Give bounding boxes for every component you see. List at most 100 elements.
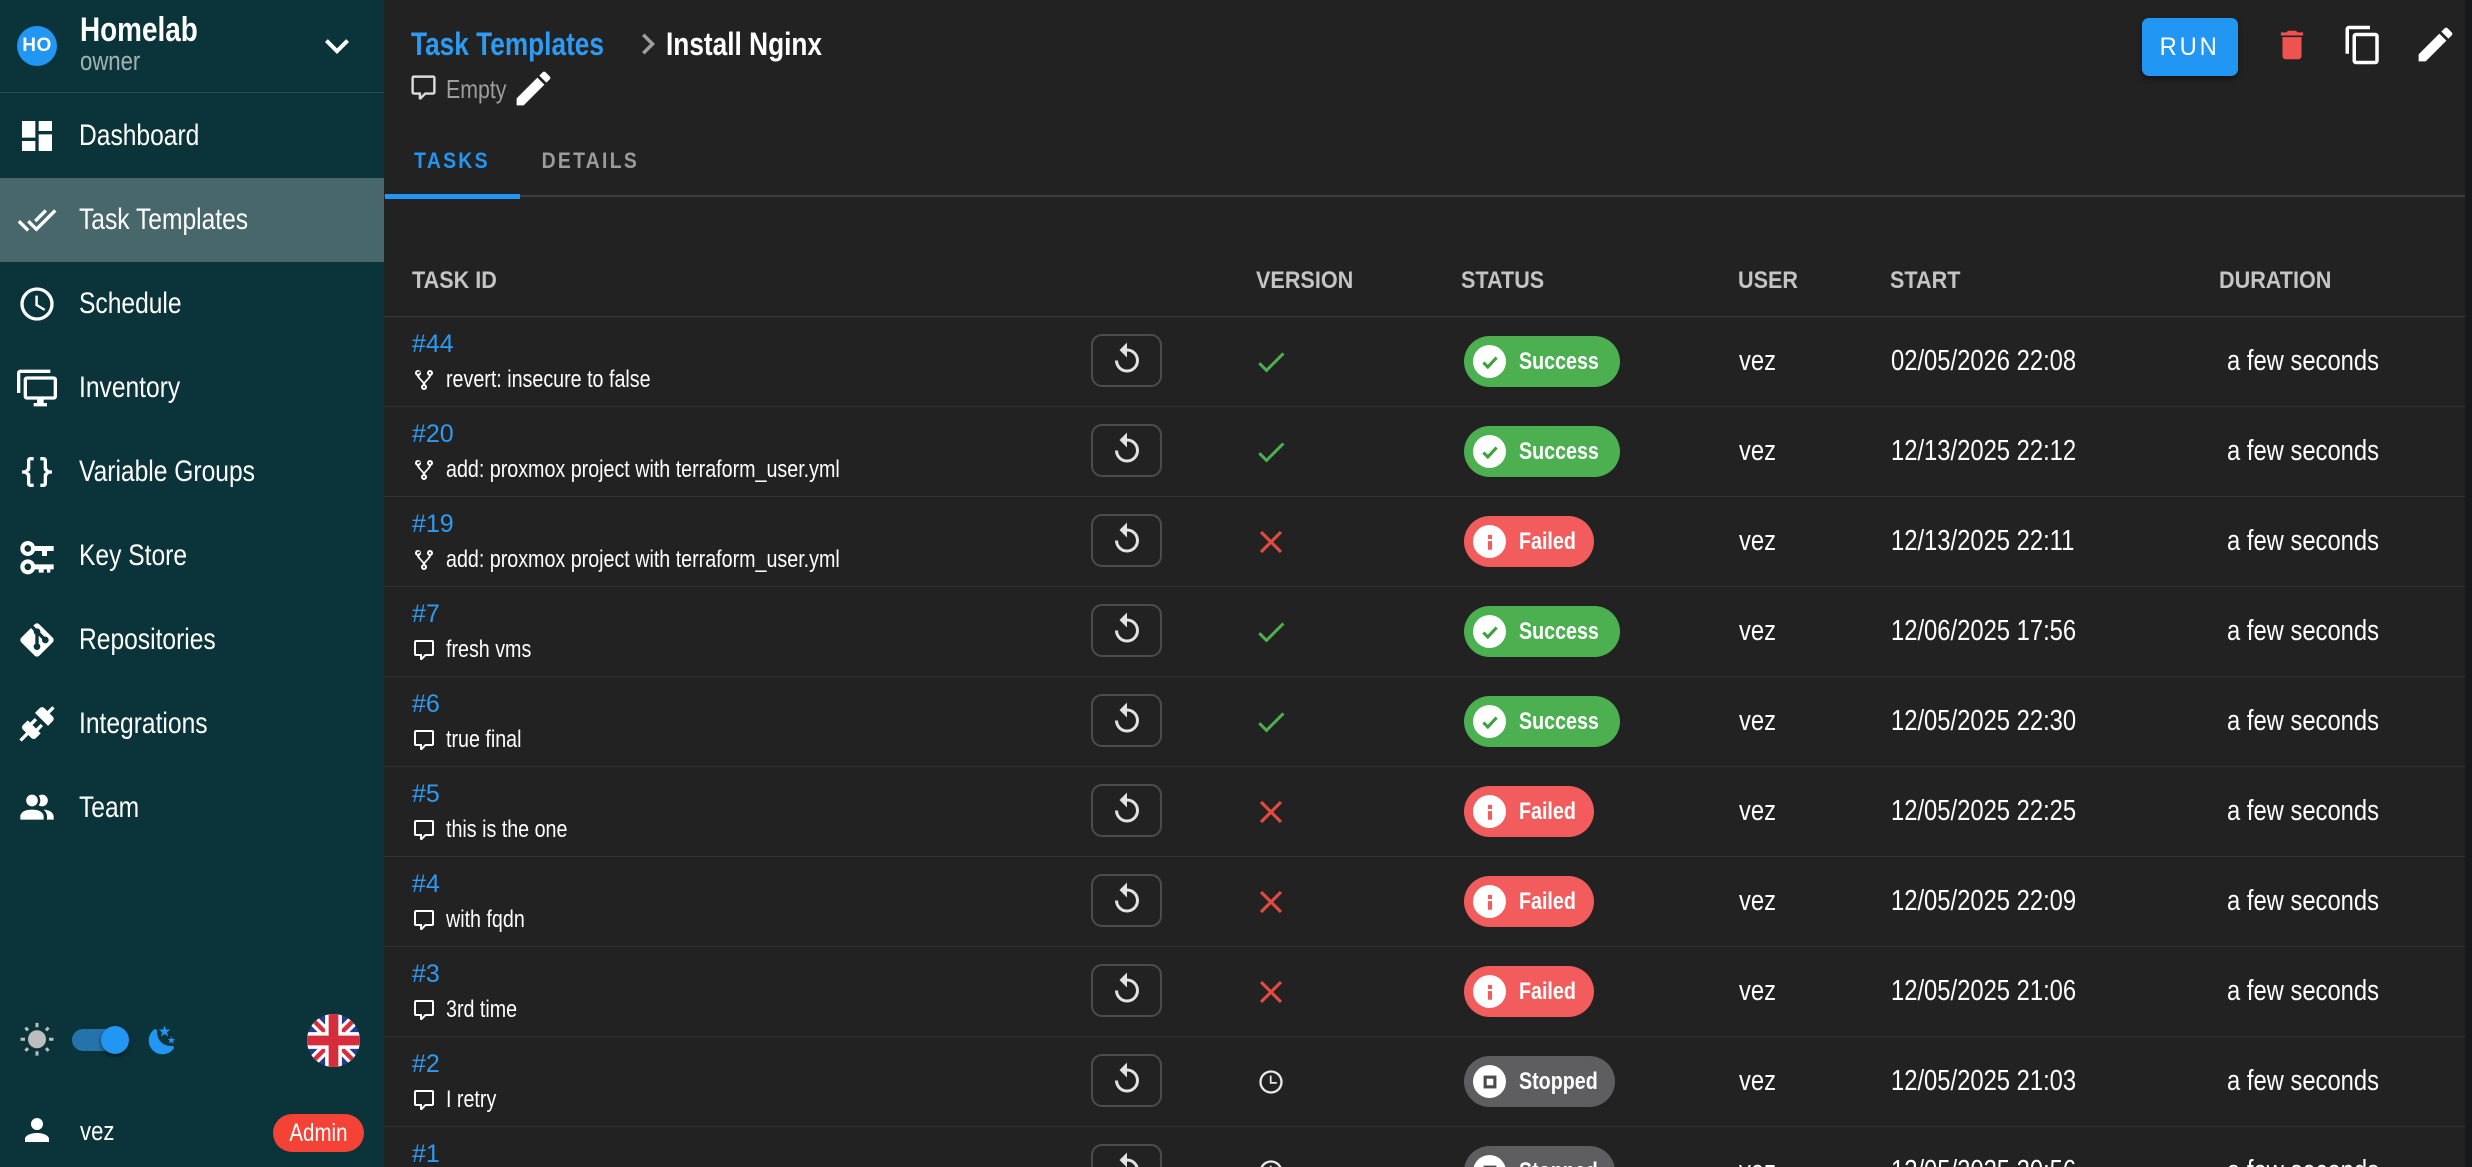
version-status: [1244, 407, 1298, 496]
sidebar-item-dashboard[interactable]: Dashboard: [0, 94, 384, 178]
status-badge: Success: [1464, 606, 1620, 657]
sidebar-item-label: Inventory: [79, 371, 180, 405]
sidebar-nav: DashboardTask Templates Schedule Inventory…: [0, 94, 384, 850]
sidebar-item-key-store[interactable]: Key Store: [0, 514, 384, 598]
replay-icon: [1109, 341, 1145, 380]
rerun-task-button[interactable]: [1091, 964, 1162, 1017]
column-header-version: VERSION: [1256, 245, 1353, 317]
rerun-task-button[interactable]: [1091, 874, 1162, 927]
rerun-task-button[interactable]: [1091, 424, 1162, 477]
status-badge: Success: [1464, 336, 1620, 387]
task-id-link[interactable]: #4: [412, 870, 440, 899]
status-badge-label: Success: [1519, 618, 1599, 646]
task-id-link[interactable]: #7: [412, 600, 440, 629]
tab-details[interactable]: DETAILS: [520, 125, 660, 197]
task-user: vez: [1739, 587, 1776, 676]
status-check-icon: [1479, 621, 1501, 643]
comment-outline-icon: [412, 638, 436, 662]
status-badge-label: Failed: [1519, 888, 1576, 916]
table-row: #6true finalSuccessvez12/05/2025 22:30a …: [384, 677, 2465, 767]
task-message: with fqdn: [412, 906, 542, 934]
sidebar-item-inventory[interactable]: Inventory: [0, 346, 384, 430]
rerun-task-button[interactable]: [1091, 784, 1162, 837]
task-id-link[interactable]: #2: [412, 1050, 440, 1079]
version-status: [1244, 497, 1298, 586]
sidebar-item-label: Schedule: [79, 287, 182, 321]
version-status: [1244, 767, 1298, 856]
task-id-link[interactable]: #44: [412, 330, 454, 359]
chevron-down-icon[interactable]: [313, 22, 361, 70]
project-name: Homelab: [80, 11, 198, 50]
status-badge: Failed: [1464, 876, 1594, 927]
version-status: [1244, 317, 1298, 406]
header-actions: RUN: [384, 0, 2472, 92]
status-badge-icon: [1473, 345, 1506, 378]
comment-outline-icon: [412, 818, 436, 842]
toggle-thumb[interactable]: [101, 1026, 129, 1054]
task-user: vez: [1739, 497, 1776, 586]
replay-icon: [1109, 971, 1145, 1010]
task-duration: a few seconds: [2227, 407, 2379, 496]
task-id-link[interactable]: #3: [412, 960, 440, 989]
status-badge-label: Failed: [1519, 978, 1576, 1006]
active-tab-indicator: [385, 194, 520, 199]
task-id-link[interactable]: #6: [412, 690, 440, 719]
rerun-task-button[interactable]: [1091, 604, 1162, 657]
comment-outline-icon: [412, 728, 436, 752]
sidebar: HO Homelab owner DashboardTask Templates…: [0, 0, 384, 1167]
project-switcher[interactable]: HO Homelab owner: [0, 0, 384, 93]
task-message-text: this is the one: [446, 816, 567, 844]
task-duration: a few seconds: [2227, 947, 2379, 1036]
status-badge: Stopped: [1464, 1146, 1615, 1167]
rerun-task-button[interactable]: [1091, 1144, 1162, 1167]
theme-controls: [0, 1013, 384, 1067]
task-id-link[interactable]: #19: [412, 510, 454, 539]
column-header-duration: DURATION: [2219, 245, 2331, 317]
status-check-icon: [1479, 351, 1501, 373]
task-user: vez: [1739, 677, 1776, 766]
table-body: #44revert: insecure to falseSuccessvez02…: [384, 317, 2465, 1167]
dark-mode-toggle[interactable]: [72, 1029, 128, 1051]
content-copy-icon: [2342, 24, 2384, 66]
user-row[interactable]: vez Admin: [0, 1105, 384, 1155]
rerun-task-button[interactable]: [1091, 1054, 1162, 1107]
status-badge: Success: [1464, 696, 1620, 747]
task-id-link[interactable]: #5: [412, 780, 440, 809]
rerun-task-button[interactable]: [1091, 514, 1162, 567]
task-message: true final: [412, 726, 538, 754]
sidebar-item-task-templates[interactable]: Task Templates: [0, 178, 384, 262]
task-duration: a few seconds: [2227, 497, 2379, 586]
language-flag-uk[interactable]: [307, 1014, 360, 1067]
code-braces-icon: [17, 452, 57, 492]
task-message-text: with fqdn: [446, 906, 525, 934]
column-header-task-id: TASK ID: [412, 245, 497, 317]
replay-icon: [1109, 521, 1145, 560]
task-duration: a few seconds: [2227, 1037, 2379, 1126]
task-user: vez: [1739, 317, 1776, 406]
sidebar-item-repositories[interactable]: Repositories: [0, 598, 384, 682]
sidebar-item-integrations[interactable]: Integrations: [0, 682, 384, 766]
status-badge-label: Success: [1519, 438, 1599, 466]
task-id-link[interactable]: #20: [412, 420, 454, 449]
task-id-link[interactable]: #1: [412, 1140, 440, 1167]
scrollbar-track[interactable]: [2465, 0, 2472, 1167]
task-duration: a few seconds: [2227, 677, 2379, 766]
sidebar-item-team[interactable]: Team: [0, 766, 384, 850]
delete-button[interactable]: [2273, 26, 2311, 64]
replay-icon: [1109, 611, 1145, 650]
copy-button[interactable]: [2342, 24, 2384, 66]
check-all-icon: [17, 200, 57, 240]
status-badge: Failed: [1464, 516, 1594, 567]
run-button[interactable]: RUN: [2142, 18, 2238, 76]
task-message-text: I retry: [446, 1086, 496, 1114]
sidebar-item-variable-groups[interactable]: Variable Groups: [0, 430, 384, 514]
rerun-task-button[interactable]: [1091, 334, 1162, 387]
status-check-icon: [1479, 711, 1501, 733]
source-fork-icon: [412, 548, 436, 572]
edit-button[interactable]: [2413, 22, 2458, 67]
run-button-label: RUN: [2160, 33, 2220, 62]
tab-tasks[interactable]: TASKS: [384, 125, 520, 197]
rerun-task-button[interactable]: [1091, 694, 1162, 747]
sidebar-item-schedule[interactable]: Schedule: [0, 262, 384, 346]
task-message-text: 3rd time: [446, 996, 517, 1024]
